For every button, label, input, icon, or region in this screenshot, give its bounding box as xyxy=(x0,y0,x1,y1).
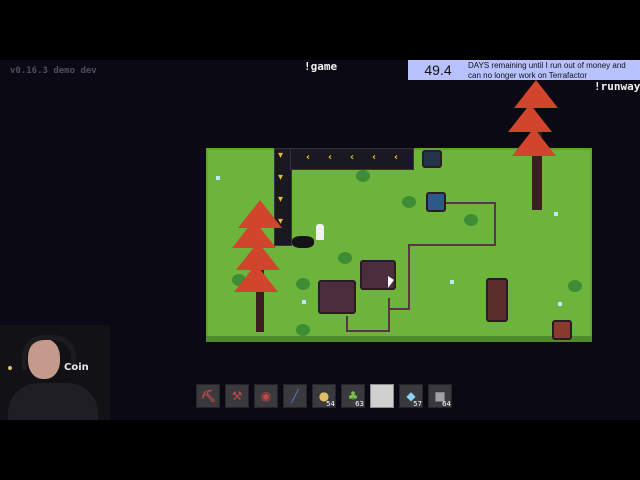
hotbar-slot-sapling[interactable]: ♣ 63 xyxy=(341,384,365,408)
pipe xyxy=(388,308,410,310)
belt-arrow-icon: ▾ xyxy=(278,172,284,183)
shovel-icon: ╱ xyxy=(291,389,299,403)
pickaxe-icon: ⛏ xyxy=(201,389,217,403)
belt-arrow-icon: ‹ xyxy=(350,152,355,163)
storage-barrel[interactable] xyxy=(486,278,508,322)
water-pump[interactable] xyxy=(426,192,446,212)
bush[interactable] xyxy=(296,324,310,336)
crystal-resource[interactable] xyxy=(558,302,562,306)
crystal-resource[interactable] xyxy=(450,280,454,284)
hotbar: ⛏ ⚒ ◉ ╱ ● 54 ♣ 63 ◆ 57 ■ 64 xyxy=(196,384,452,408)
belt-arrow-icon: ▾ xyxy=(278,150,284,161)
pipe xyxy=(408,244,410,310)
days-remaining-counter: 49.4 DAYS remaining until I run out of m… xyxy=(408,60,640,80)
crystal-resource[interactable] xyxy=(302,300,306,304)
crystal-resource[interactable] xyxy=(554,212,558,216)
player-character xyxy=(316,224,324,240)
hotbar-slot-axe[interactable]: ⚒ xyxy=(225,384,249,408)
hotbar-slot-seed[interactable]: ● 54 xyxy=(312,384,336,408)
watering-can-icon: ◉ xyxy=(260,389,272,403)
pipe xyxy=(388,298,390,332)
chest[interactable] xyxy=(552,320,572,340)
red-tree[interactable] xyxy=(512,128,556,156)
pipe xyxy=(346,316,348,332)
hotbar-slot-selected[interactable] xyxy=(370,384,394,408)
bush[interactable] xyxy=(464,214,478,226)
bush[interactable] xyxy=(296,278,310,290)
belt-arrow-icon: ‹ xyxy=(372,152,377,163)
hotbar-slot-watering-can[interactable]: ◉ xyxy=(254,384,278,408)
days-remaining-value: 49.4 xyxy=(424,62,452,78)
pipe xyxy=(494,202,496,246)
pipe xyxy=(346,330,390,332)
axe-icon: ⚒ xyxy=(231,389,243,403)
hotbar-slot-shovel[interactable]: ╱ xyxy=(283,384,307,408)
version-label: v0.16.3 demo dev xyxy=(10,66,97,76)
bush[interactable] xyxy=(356,170,370,182)
hotbar-slot-stone[interactable]: ■ 64 xyxy=(428,384,452,408)
bush[interactable] xyxy=(402,196,416,208)
runway-command-label: !runway xyxy=(594,80,640,93)
belt-inserter-machine[interactable] xyxy=(422,150,442,168)
hotbar-slot-crystal[interactable]: ◆ 57 xyxy=(399,384,423,408)
tilled-soil[interactable] xyxy=(292,236,314,248)
streamer-shirt xyxy=(8,383,98,420)
crystal-resource[interactable] xyxy=(216,176,220,180)
bush[interactable] xyxy=(338,252,352,264)
belt-arrow-icon: ‹ xyxy=(306,152,311,163)
webcam-overlay xyxy=(0,325,110,420)
bush[interactable] xyxy=(568,280,582,292)
belt-arrow-icon: ‹ xyxy=(328,152,333,163)
days-remaining-message: DAYS remaining until I run out of money … xyxy=(468,61,626,80)
coin-label: Coin xyxy=(64,362,89,373)
processor-machine[interactable] xyxy=(318,280,356,314)
game-command-label: !game xyxy=(304,60,338,73)
pipe xyxy=(442,202,496,204)
mouse-cursor-icon xyxy=(388,276,394,288)
hotbar-slot-pickaxe[interactable]: ⛏ xyxy=(196,384,220,408)
belt-arrow-icon: ‹ xyxy=(394,152,399,163)
coin-icon xyxy=(8,366,12,370)
red-tree[interactable] xyxy=(234,264,278,292)
pipe xyxy=(408,244,496,246)
